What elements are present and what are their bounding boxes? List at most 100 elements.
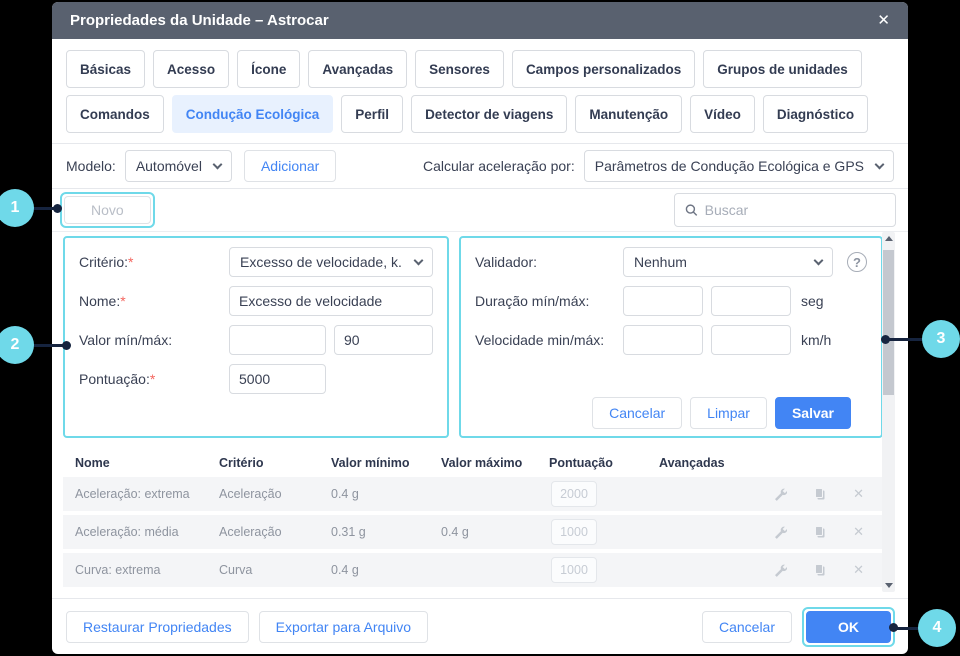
- model-select[interactable]: Automóvel: [124, 150, 232, 182]
- cell-name: Aceleração: extrema: [75, 487, 190, 501]
- new-criterion-button[interactable]: Novo: [64, 196, 151, 224]
- scroll-down-icon[interactable]: [884, 583, 893, 588]
- criterion-editor: Critério:* Excesso de velocidade, k... N…: [52, 236, 908, 438]
- callout-dot: [881, 335, 890, 344]
- cell-name: Aceleração: média: [75, 525, 179, 539]
- wrench-icon[interactable]: [773, 563, 788, 577]
- score-field: 2000: [551, 481, 597, 507]
- row-actions: ✕: [773, 486, 882, 502]
- criterion-select[interactable]: Excesso de velocidade, k...: [229, 247, 433, 277]
- help-icon[interactable]: ?: [847, 252, 867, 272]
- copy-icon[interactable]: [813, 563, 827, 577]
- tab-grupos-de-unidades[interactable]: Grupos de unidades: [703, 50, 862, 88]
- footer-cancel-button[interactable]: Cancelar: [701, 610, 792, 643]
- copy-icon[interactable]: [813, 525, 827, 539]
- tab-basicas[interactable]: Básicas: [66, 50, 146, 88]
- close-icon[interactable]: ✕: [877, 13, 890, 28]
- callout-highlight-ok: OK: [802, 606, 895, 647]
- model-label: Modelo:: [66, 158, 116, 174]
- search-box[interactable]: [674, 193, 896, 227]
- scroll-up-icon[interactable]: [884, 236, 893, 241]
- tab-avancadas[interactable]: Avançadas: [308, 50, 408, 88]
- unit-properties-dialog: Propriedades da Unidade – Astrocar ✕ Bás…: [52, 2, 908, 654]
- dialog-footer: Restaurar Propriedades Exportar para Arq…: [52, 598, 908, 654]
- tab-detector-de-viagens[interactable]: Detector de viagens: [411, 95, 568, 133]
- cell-min: 0.4 g: [331, 487, 359, 501]
- column-header-pontuacao: Pontuação: [549, 455, 613, 470]
- wrench-icon[interactable]: [773, 525, 788, 539]
- delete-icon[interactable]: ✕: [853, 486, 864, 502]
- tab-icone[interactable]: Ícone: [237, 50, 301, 88]
- export-to-file-button[interactable]: Exportar para Arquivo: [258, 610, 429, 643]
- speed-unit: km/h: [801, 332, 832, 348]
- duration-min-input[interactable]: [623, 286, 703, 316]
- editor-clear-button[interactable]: Limpar: [690, 397, 767, 429]
- cell-score: 2000: [549, 481, 659, 507]
- required-mark: *: [149, 371, 156, 387]
- scrollbar-thumb[interactable]: [883, 250, 894, 395]
- dialog-titlebar: Propriedades da Unidade – Astrocar ✕: [52, 2, 908, 39]
- tab-diagnostico[interactable]: Diagnóstico: [762, 95, 869, 133]
- tab-conducao-ecologica[interactable]: Condução Ecológica: [171, 95, 334, 133]
- validator-label: Validador:: [475, 254, 538, 270]
- chevron-down-icon: [413, 255, 424, 265]
- scrollbar[interactable]: [882, 232, 895, 592]
- delete-icon[interactable]: ✕: [853, 524, 864, 540]
- calc-acceleration-select[interactable]: Parâmetros de Condução Ecológica e GPS: [583, 150, 894, 182]
- wrench-icon[interactable]: [773, 487, 788, 501]
- callout-line: [886, 338, 926, 341]
- criterion-label: Critério:*: [79, 254, 134, 270]
- speed-max-input[interactable]: [711, 325, 791, 355]
- copy-icon[interactable]: [813, 487, 827, 501]
- add-model-button[interactable]: Adicionar: [243, 150, 337, 182]
- ok-button[interactable]: OK: [806, 610, 891, 643]
- tabs-block: Básicas Acesso Ícone Avançadas Sensores …: [52, 39, 908, 144]
- validator-select-value: Nenhum: [634, 254, 687, 270]
- table-row: Aceleração: média Aceleração 0.31 g 0.4 …: [63, 515, 882, 549]
- score-field: 1000: [551, 519, 597, 545]
- callout-highlight-novo: Novo: [60, 192, 155, 228]
- speed-min-input[interactable]: [623, 325, 703, 355]
- callout-dot: [889, 623, 898, 632]
- duration-unit: seg: [801, 293, 824, 309]
- delete-icon[interactable]: ✕: [853, 562, 864, 578]
- tab-campos-personalizados[interactable]: Campos personalizados: [511, 50, 696, 88]
- duration-minmax-label: Duração mín/máx:: [475, 293, 590, 309]
- name-input[interactable]: [229, 286, 433, 316]
- callout-badge-2: 2: [0, 326, 34, 364]
- editor-cancel-button[interactable]: Cancelar: [592, 397, 683, 429]
- cell-criterion: Curva: [219, 563, 253, 577]
- table-row: Curva: extrema Curva 0.4 g 1000 ✕: [63, 553, 882, 587]
- tab-comandos[interactable]: Comandos: [66, 95, 164, 133]
- chevron-down-icon: [212, 159, 223, 169]
- tab-acesso[interactable]: Acesso: [153, 50, 230, 88]
- restore-properties-button[interactable]: Restaurar Propriedades: [66, 610, 249, 643]
- calc-acceleration-value: Parâmetros de Condução Ecológica e GPS: [594, 158, 864, 174]
- search-input[interactable]: [704, 202, 885, 218]
- column-header-valor-maximo: Valor máximo: [441, 455, 523, 470]
- chevron-down-icon: [874, 159, 885, 169]
- criteria-table: Nome Critério Valor mínimo Valor máximo …: [63, 448, 882, 591]
- criterion-editor-left-panel: Critério:* Excesso de velocidade, k... N…: [63, 236, 449, 438]
- tab-sensores[interactable]: Sensores: [415, 50, 504, 88]
- cell-score: 1000: [549, 557, 659, 583]
- row-actions: ✕: [773, 562, 882, 578]
- value-max-input[interactable]: [334, 325, 433, 355]
- validator-select[interactable]: Nenhum: [623, 247, 833, 277]
- criteria-table-header: Nome Critério Valor mínimo Valor máximo …: [63, 448, 882, 477]
- editor-save-button[interactable]: Salvar: [774, 397, 851, 429]
- tab-video[interactable]: Vídeo: [690, 95, 755, 133]
- duration-max-input[interactable]: [711, 286, 791, 316]
- value-min-input[interactable]: [229, 325, 326, 355]
- calc-acceleration-label: Calcular aceleração por:: [422, 158, 575, 174]
- chevron-down-icon: [813, 255, 824, 265]
- tab-row-2: Comandos Condução Ecológica Perfil Detec…: [66, 95, 894, 133]
- cell-min: 0.31 g: [331, 525, 366, 539]
- cell-max: 0.4 g: [441, 525, 469, 539]
- row-actions: ✕: [773, 524, 882, 540]
- tab-manutencao[interactable]: Manutenção: [575, 95, 683, 133]
- tab-perfil[interactable]: Perfil: [341, 95, 404, 133]
- column-header-criterio: Critério: [219, 455, 264, 470]
- score-input[interactable]: [229, 364, 326, 394]
- callout-dot: [62, 341, 71, 350]
